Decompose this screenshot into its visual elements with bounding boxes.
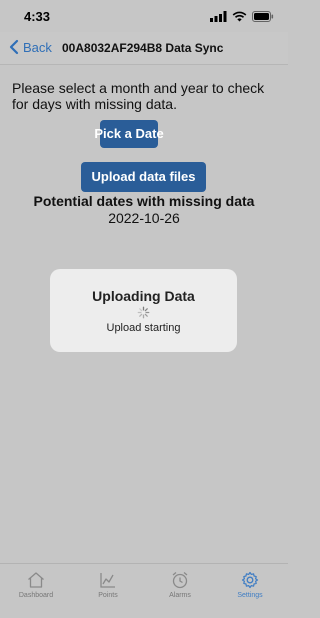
gear-icon bbox=[241, 571, 259, 589]
tab-label-alarms: Alarms bbox=[169, 592, 191, 599]
tab-dashboard[interactable]: Dashboard bbox=[0, 570, 72, 610]
home-icon bbox=[28, 572, 44, 588]
tab-points[interactable]: Points bbox=[72, 570, 144, 610]
status-time: 4:33 bbox=[24, 9, 51, 24]
back-label: Back bbox=[23, 39, 52, 55]
signal-icon bbox=[210, 10, 227, 22]
chart-icon bbox=[100, 573, 115, 588]
battery-icon bbox=[252, 10, 274, 22]
dialog-status-text: Upload starting bbox=[106, 322, 181, 334]
chevron-left-icon bbox=[9, 39, 19, 55]
missing-date-value: 2022-10-26 bbox=[108, 210, 180, 226]
tab-label-settings: Settings bbox=[237, 592, 263, 599]
back-button[interactable]: Back bbox=[8, 39, 52, 55]
wifi-icon bbox=[232, 11, 247, 21]
spinner-icon bbox=[137, 306, 150, 319]
tab-label-dashboard: Dashboard bbox=[18, 592, 54, 599]
upload-button-label: Upload data files bbox=[91, 169, 196, 184]
tab-label-points: Points bbox=[98, 592, 118, 599]
upload-progress-dialog: Uploading Data Upload starting bbox=[50, 269, 237, 352]
alarm-clock-icon bbox=[172, 572, 188, 589]
tab-settings[interactable]: Settings bbox=[214, 570, 286, 610]
tab-bar: Dashboard Points Alarms Settings bbox=[0, 563, 288, 618]
missing-dates-heading: Potential dates with missing data bbox=[33, 193, 255, 209]
navigation-bar: Back 00A8032AF294B8 Data Sync bbox=[0, 32, 288, 65]
status-icons bbox=[210, 10, 274, 22]
page-title: 00A8032AF294B8 Data Sync bbox=[62, 41, 224, 55]
pick-date-button[interactable]: Pick a Date bbox=[94, 120, 164, 148]
status-bar: 4:33 bbox=[0, 0, 288, 32]
tab-alarms[interactable]: Alarms bbox=[144, 570, 216, 610]
dialog-title: Uploading Data bbox=[92, 288, 195, 304]
pick-date-label: Pick a Date bbox=[94, 126, 164, 141]
instruction-text: Please select a month and year to check … bbox=[12, 80, 265, 112]
upload-data-files-button[interactable]: Upload data files bbox=[81, 162, 206, 192]
